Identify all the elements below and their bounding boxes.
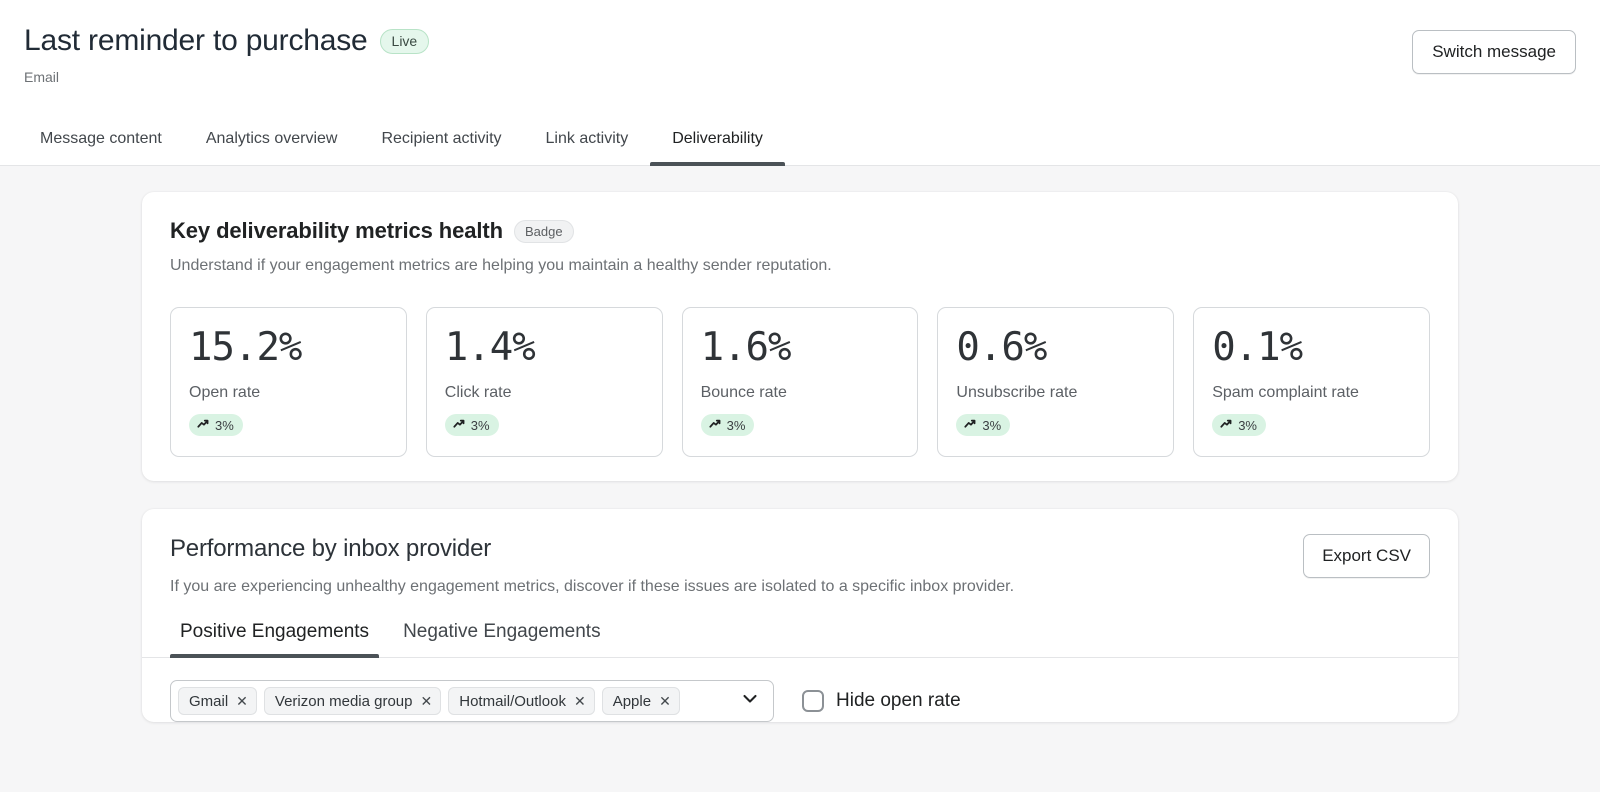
metric-tiles: 15.2% Open rate 3% 1.4% Click rate (170, 307, 1430, 457)
metrics-card-header: Key deliverability metrics health Badge (170, 218, 1430, 244)
tab-deliverability[interactable]: Deliverability (650, 128, 785, 165)
metrics-card-title: Key deliverability metrics health (170, 218, 503, 244)
chip-label: Hotmail/Outlook (459, 693, 566, 710)
trend-up-icon (452, 418, 466, 432)
trend-up-icon (1219, 418, 1233, 432)
tab-link-activity[interactable]: Link activity (524, 128, 651, 165)
hide-open-rate-label: Hide open rate (836, 689, 961, 713)
tab-positive-engagements[interactable]: Positive Engagements (170, 620, 379, 657)
engagement-sub-tab-bar: Positive Engagements Negative Engagement… (142, 620, 1458, 658)
trend-value: 3% (1238, 418, 1257, 433)
chip-label: Gmail (189, 693, 228, 710)
chip-remove-icon[interactable]: ✕ (236, 694, 248, 708)
trend-value: 3% (727, 418, 746, 433)
tab-negative-engagements[interactable]: Negative Engagements (393, 620, 611, 657)
metrics-card-description: Understand if your engagement metrics ar… (170, 255, 1430, 277)
performance-by-inbox-provider-card: Performance by inbox provider If you are… (142, 509, 1458, 722)
chip-remove-icon[interactable]: ✕ (574, 694, 586, 708)
chip-remove-icon[interactable]: ✕ (659, 694, 671, 708)
metric-tile-open-rate[interactable]: 15.2% Open rate 3% (170, 307, 407, 457)
status-badge: Live (380, 29, 430, 54)
metric-label: Spam complaint rate (1212, 382, 1411, 404)
hide-open-rate-checkbox[interactable] (802, 690, 824, 712)
metric-value: 1.4% (445, 325, 644, 371)
export-csv-button[interactable]: Export CSV (1303, 534, 1430, 578)
tab-recipient-activity[interactable]: Recipient activity (359, 128, 523, 165)
performance-card-description: If you are experiencing unhealthy engage… (170, 576, 1430, 598)
chip-gmail[interactable]: Gmail ✕ (178, 687, 257, 715)
tab-analytics-overview[interactable]: Analytics overview (184, 128, 360, 165)
metric-tile-unsubscribe-rate[interactable]: 0.6% Unsubscribe rate 3% (937, 307, 1174, 457)
switch-message-button[interactable]: Switch message (1412, 30, 1576, 74)
trend-badge: 3% (1212, 414, 1266, 436)
page-header: Last reminder to purchase Live Email Swi… (0, 0, 1600, 166)
chip-hotmail-outlook[interactable]: Hotmail/Outlook ✕ (448, 687, 594, 715)
tab-message-content[interactable]: Message content (18, 128, 184, 165)
chip-label: Apple (613, 693, 651, 710)
page-body: Key deliverability metrics health Badge … (0, 166, 1600, 792)
chip-remove-icon[interactable]: ✕ (421, 694, 433, 708)
trend-up-icon (963, 418, 977, 432)
key-deliverability-metrics-card: Key deliverability metrics health Badge … (142, 192, 1458, 481)
metric-value: 15.2% (189, 325, 388, 371)
performance-card-header: Performance by inbox provider If you are… (142, 509, 1458, 598)
trend-value: 3% (982, 418, 1001, 433)
title-row: Last reminder to purchase Live (24, 22, 1576, 60)
trend-badge: 3% (189, 414, 243, 436)
trend-up-icon (708, 418, 722, 432)
metric-label: Open rate (189, 382, 388, 404)
trend-badge: 3% (445, 414, 499, 436)
trend-value: 3% (471, 418, 490, 433)
metrics-card-badge: Badge (514, 220, 574, 243)
trend-badge: 3% (956, 414, 1010, 436)
metric-label: Bounce rate (701, 382, 900, 404)
trend-up-icon (196, 418, 210, 432)
chip-label: Verizon media group (275, 693, 413, 710)
trend-badge: 3% (701, 414, 755, 436)
metric-label: Click rate (445, 382, 644, 404)
metric-value: 1.6% (701, 325, 900, 371)
main-tab-bar: Message content Analytics overview Recip… (0, 128, 1600, 166)
metric-tile-spam-complaint-rate[interactable]: 0.1% Spam complaint rate 3% (1193, 307, 1430, 457)
hide-open-rate-control[interactable]: Hide open rate (802, 689, 961, 713)
performance-card-title: Performance by inbox provider (170, 535, 1430, 563)
chip-verizon-media-group[interactable]: Verizon media group ✕ (264, 687, 441, 715)
metric-tile-bounce-rate[interactable]: 1.6% Bounce rate 3% (682, 307, 919, 457)
metric-value: 0.6% (956, 325, 1155, 371)
metric-tile-click-rate[interactable]: 1.4% Click rate 3% (426, 307, 663, 457)
metric-value: 0.1% (1212, 325, 1411, 371)
metrics-card-content: Key deliverability metrics health Badge … (142, 192, 1458, 481)
page-subtitle: Email (24, 67, 1576, 87)
chip-apple[interactable]: Apple ✕ (602, 687, 680, 715)
trend-value: 3% (215, 418, 234, 433)
page-title: Last reminder to purchase (24, 22, 368, 60)
inbox-provider-multiselect[interactable]: Gmail ✕ Verizon media group ✕ Hotmail/Ou… (170, 680, 774, 722)
metric-label: Unsubscribe rate (956, 382, 1155, 404)
filter-row: Gmail ✕ Verizon media group ✕ Hotmail/Ou… (142, 658, 1458, 722)
chevron-down-icon (740, 689, 760, 714)
